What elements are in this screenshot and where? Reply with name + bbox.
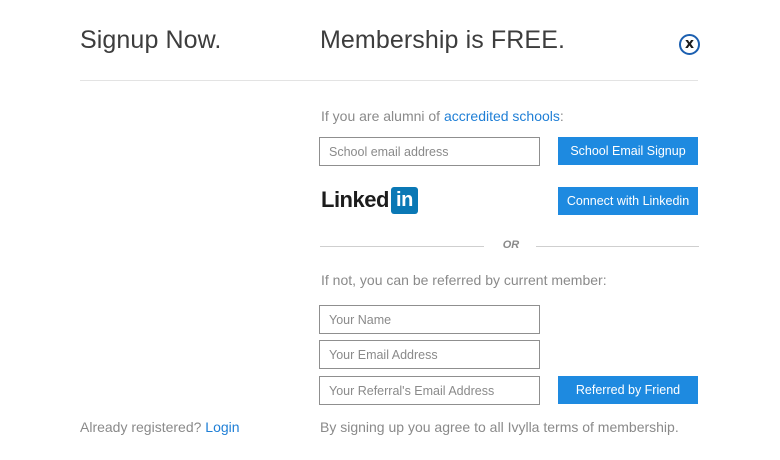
already-registered: Already registered? Login [80, 419, 240, 435]
connect-linkedin-button[interactable]: Connect with Linkedin [558, 187, 698, 215]
linkedin-logo-text: Linked [321, 187, 389, 212]
close-icon[interactable]: x [679, 34, 700, 55]
or-divider-left [320, 246, 484, 247]
linkedin-logo: Linked in [321, 186, 418, 214]
alumni-suffix: : [559, 108, 564, 124]
school-email-input[interactable] [319, 137, 540, 166]
alumni-prompt: If you are alumni of accredited schools: [321, 108, 564, 124]
signup-title: Signup Now. [80, 26, 222, 54]
login-link[interactable]: Login [205, 419, 239, 435]
alumni-prefix: If you are alumni of [321, 108, 441, 124]
membership-title: Membership is FREE. [320, 26, 566, 54]
linkedin-logo-box: in [390, 186, 418, 214]
header-divider [80, 80, 698, 81]
or-label: OR [502, 239, 520, 251]
terms-text: By signing up you agree to all Ivylla te… [320, 419, 679, 435]
your-name-input[interactable] [319, 305, 540, 334]
or-divider-right [536, 246, 699, 247]
referral-email-input[interactable] [319, 376, 540, 405]
school-email-signup-button[interactable]: School Email Signup [558, 137, 698, 165]
already-registered-text: Already registered? [80, 419, 202, 435]
referred-by-friend-button[interactable]: Referred by Friend [558, 376, 698, 404]
your-email-input[interactable] [319, 340, 540, 369]
referral-intro: If not, you can be referred by current m… [321, 272, 607, 288]
accredited-schools-link[interactable]: accredited schools [444, 108, 560, 124]
